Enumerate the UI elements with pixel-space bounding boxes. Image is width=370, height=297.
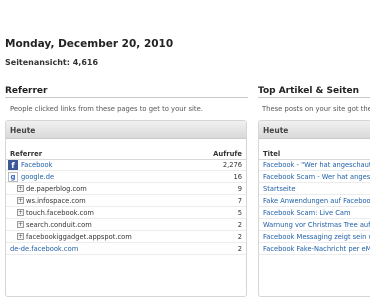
referrer-count: 2 (237, 245, 242, 253)
referrer-count: 9 (237, 185, 242, 193)
referrer-count: 5 (237, 209, 242, 217)
top-articles-divider (258, 97, 370, 98)
referrer-count: 2 (237, 221, 242, 229)
facebook-icon: f (8, 160, 18, 170)
table-row: Fake Anwendungen auf Facebook (259, 195, 370, 207)
referrer-panel-header: Heute (6, 121, 246, 139)
referrer-panel: Heute Referrer Aufrufe f Facebook 2,276 … (5, 120, 247, 297)
page-views: Seitenansicht: 4,616 (5, 58, 99, 67)
article-link[interactable]: Facebook Fake-Nachricht per eMa (263, 245, 370, 253)
referrer-column-header: Referrer (10, 150, 43, 158)
article-link[interactable]: Facebook - "Wer hat angeschaut" (263, 161, 370, 169)
referrer-section-title: Referrer (5, 86, 48, 96)
referrer-link[interactable]: Facebook (21, 161, 52, 169)
top-articles-section-title: Top Artikel & Seiten (258, 86, 360, 96)
top-articles-panel-header: Heute (259, 121, 370, 139)
referrer-count: 7 (237, 197, 242, 205)
referrer-label: ws.infospace.com (26, 197, 86, 205)
table-row: + ws.infospace.com 7 (6, 195, 246, 207)
date-heading: Monday, December 20, 2010 (5, 38, 174, 50)
article-link[interactable]: Startseite (263, 185, 296, 193)
expand-icon[interactable]: + (17, 233, 24, 240)
referrer-table: f Facebook 2,276 g google.de 16 + de.pap… (6, 159, 246, 255)
referrer-label: touch.facebook.com (26, 209, 94, 217)
table-row: g google.de 16 (6, 171, 246, 183)
top-articles-table: Facebook - "Wer hat angeschaut" Facebook… (259, 159, 370, 255)
expand-icon[interactable]: + (17, 209, 24, 216)
referrer-description: People clicked links from these pages to… (10, 105, 203, 113)
table-row: + search.conduit.com 2 (6, 219, 246, 231)
count-column-header: Aufrufe (213, 150, 242, 158)
table-row: Facebook Fake-Nachricht per eMa (259, 243, 370, 255)
table-row: Facebook - "Wer hat angeschaut" (259, 159, 370, 171)
table-row: de-de.facebook.com 2 (6, 243, 246, 255)
article-link[interactable]: Facebook Scam - Wer hat angesch (263, 173, 370, 181)
referrer-label: search.conduit.com (26, 221, 92, 229)
table-row: + facebookiggadget.appspot.com 2 (6, 231, 246, 243)
table-row: + de.paperblog.com 9 (6, 183, 246, 195)
title-column-header: Titel (263, 150, 281, 158)
expand-icon[interactable]: + (17, 221, 24, 228)
referrer-divider (5, 97, 248, 98)
table-row: Facebook Scam: Live Cam (259, 207, 370, 219)
article-link[interactable]: Warnung vor Christmas Tree auf F (263, 221, 370, 229)
referrer-label: facebookiggadget.appspot.com (26, 233, 132, 241)
referrer-count: 2 (237, 233, 242, 241)
table-row: Facebook Messaging zeigt sein wa (259, 231, 370, 243)
google-icon: g (8, 172, 18, 182)
table-row: f Facebook 2,276 (6, 159, 246, 171)
referrer-link[interactable]: google.de (21, 173, 54, 181)
referrer-label: de.paperblog.com (26, 185, 87, 193)
table-row: Warnung vor Christmas Tree auf F (259, 219, 370, 231)
expand-icon[interactable]: + (17, 185, 24, 192)
article-link[interactable]: Facebook Messaging zeigt sein wa (263, 233, 370, 241)
referrer-count: 16 (233, 173, 242, 181)
table-row: + touch.facebook.com 5 (6, 207, 246, 219)
expand-icon[interactable]: + (17, 197, 24, 204)
top-articles-description: These posts on your site got the m (262, 105, 370, 113)
article-link[interactable]: Facebook Scam: Live Cam (263, 209, 351, 217)
top-articles-panel: Heute Titel Facebook - "Wer hat angescha… (258, 120, 370, 297)
table-row: Startseite (259, 183, 370, 195)
referrer-link[interactable]: de-de.facebook.com (10, 245, 78, 253)
table-row: Facebook Scam - Wer hat angesch (259, 171, 370, 183)
article-link[interactable]: Fake Anwendungen auf Facebook (263, 197, 370, 205)
referrer-count: 2,276 (222, 161, 242, 169)
